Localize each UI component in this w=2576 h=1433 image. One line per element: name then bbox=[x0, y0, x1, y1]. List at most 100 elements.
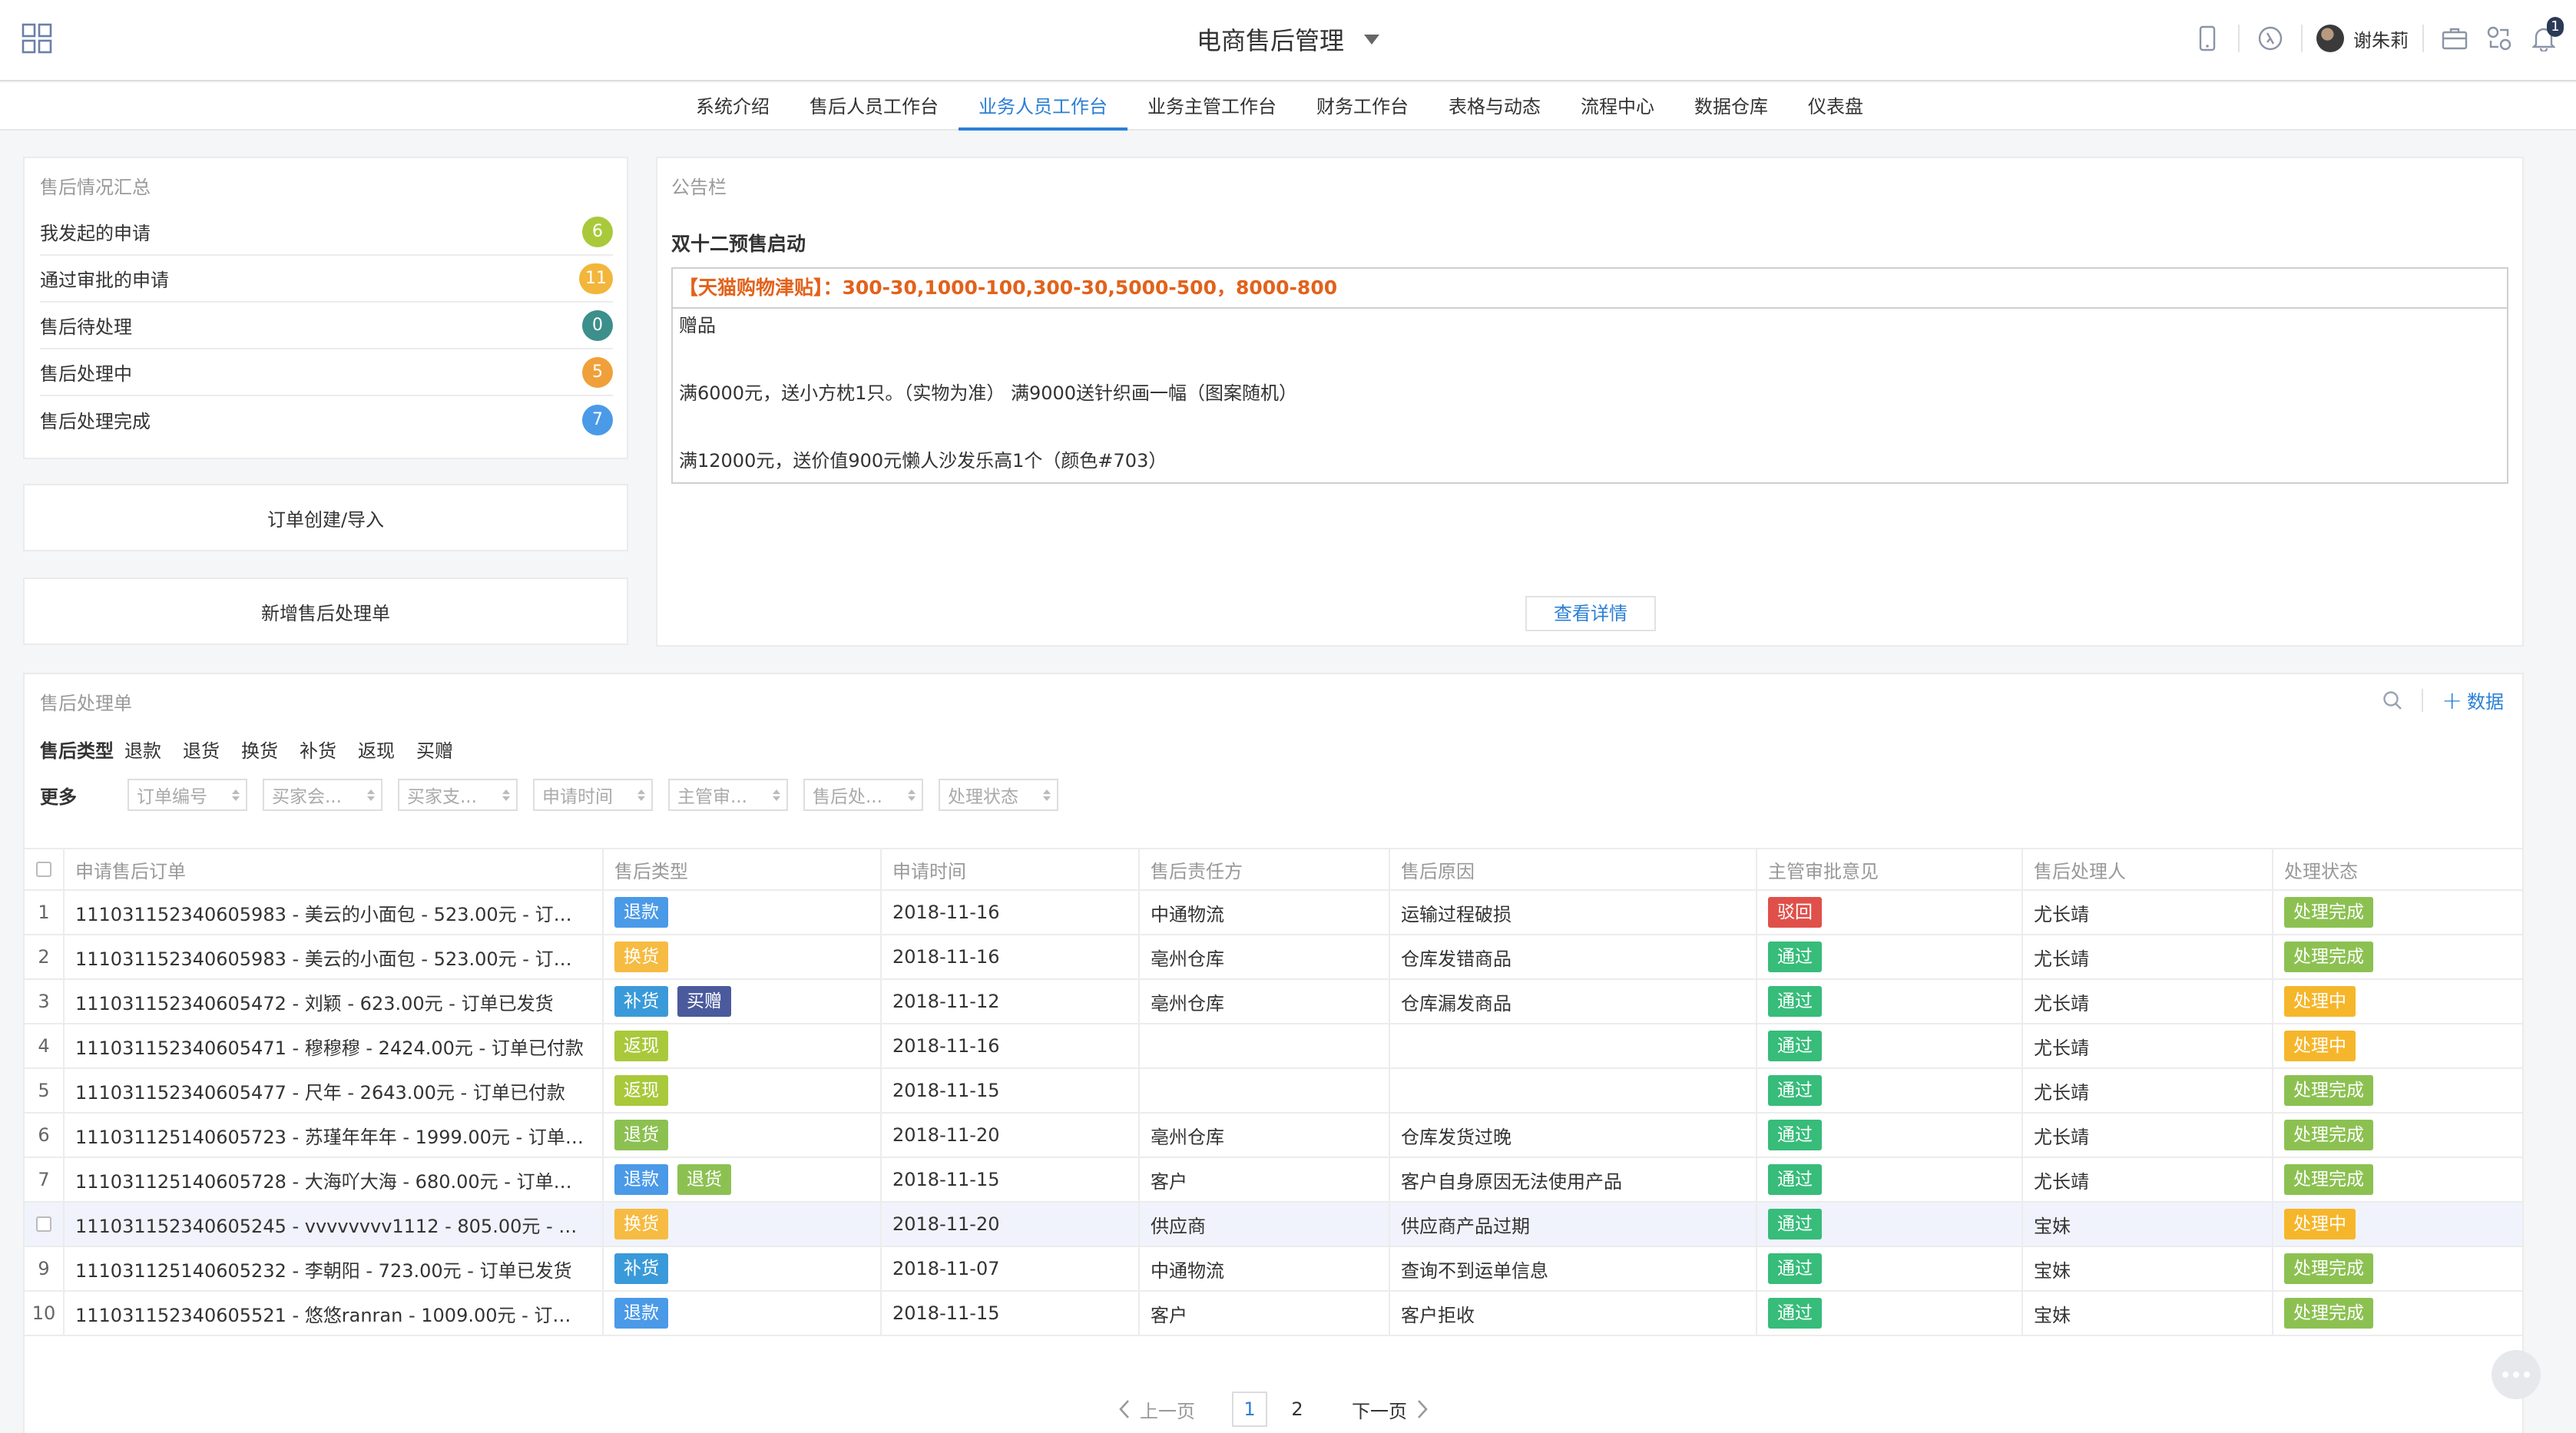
filter-select[interactable]: 买家会... bbox=[263, 779, 382, 811]
summary-row[interactable]: 售后处理完成 7 bbox=[40, 396, 613, 443]
summary-row[interactable]: 我发起的申请 6 bbox=[40, 209, 613, 256]
table-row[interactable]: 111031152340605245 - vvvvvvvv1112 - 805.… bbox=[25, 1203, 2522, 1247]
filter-select[interactable]: 主管审... bbox=[668, 779, 788, 811]
notice-line bbox=[679, 410, 2507, 444]
type-cell: 换货 bbox=[604, 935, 882, 978]
more-filters: 更多 订单编号 买家会... 买家支... 申请时间 主管审... 售后处... 处理状态 bbox=[40, 779, 1074, 811]
type-tag[interactable]: 换货 bbox=[614, 942, 668, 972]
table-row[interactable]: 9 111031125140605232 - 李朝阳 - 723.00元 - 订单… bbox=[25, 1247, 2522, 1292]
bell-icon[interactable]: 1 bbox=[2527, 17, 2564, 55]
tab-1[interactable]: 系统介绍 bbox=[676, 83, 790, 131]
page-1-button[interactable]: 1 bbox=[1232, 1392, 1267, 1427]
compass-icon[interactable] bbox=[2253, 22, 2287, 55]
type-option[interactable]: 买赠 bbox=[416, 736, 453, 763]
filter-select[interactable]: 订单编号 bbox=[127, 779, 247, 811]
type-tag[interactable]: 买赠 bbox=[677, 986, 731, 1017]
type-tag[interactable]: 补货 bbox=[614, 986, 668, 1017]
handler-cell: 尤长靖 bbox=[2023, 1158, 2273, 1201]
type-option[interactable]: 补货 bbox=[300, 736, 336, 763]
add-data-button[interactable]: + 数据 bbox=[2442, 687, 2504, 713]
col-time-header[interactable]: 申请时间 bbox=[882, 849, 1140, 889]
add-data-label: 数据 bbox=[2467, 691, 2504, 713]
prev-page-label: 上一页 bbox=[1140, 1400, 1195, 1422]
tab-6[interactable]: 表格与动态 bbox=[1429, 83, 1561, 131]
order-create-import-button[interactable]: 订单创建/导入 bbox=[23, 484, 628, 551]
type-option[interactable]: 返现 bbox=[358, 736, 395, 763]
mobile-icon[interactable] bbox=[2190, 22, 2224, 55]
order-cell: 111031152340605983 - 美云的小面包 - 523.00元 - … bbox=[65, 891, 604, 934]
type-tag[interactable]: 返现 bbox=[614, 1031, 668, 1061]
col-reason-header[interactable]: 售后原因 bbox=[1390, 849, 1757, 889]
status-badge: 处理中 bbox=[2284, 1209, 2356, 1239]
table-row[interactable]: 4 111031152340605471 - 穆穆穆 - 2424.00元 - 订… bbox=[25, 1024, 2522, 1069]
opinion-cell: 通过 bbox=[1757, 980, 2023, 1023]
select-all-checkbox[interactable] bbox=[36, 862, 51, 877]
type-tag[interactable]: 退货 bbox=[677, 1164, 731, 1195]
row-index-cell: 4 bbox=[25, 1024, 65, 1067]
summary-row[interactable]: 通过审批的申请 11 bbox=[40, 256, 613, 303]
summary-row[interactable]: 售后处理中 5 bbox=[40, 349, 613, 396]
table-row[interactable]: 10 111031152340605521 - 悠悠ranran - 1009.0… bbox=[25, 1292, 2522, 1336]
row-index-cell bbox=[25, 1203, 65, 1246]
page-2-button[interactable]: 2 bbox=[1280, 1392, 1315, 1427]
filter-select[interactable]: 售后处... bbox=[803, 779, 923, 811]
type-tag[interactable]: 退货 bbox=[614, 1120, 668, 1150]
prev-page-button[interactable]: 上一页 bbox=[1118, 1396, 1195, 1423]
opinion-tag: 驳回 bbox=[1768, 897, 1822, 928]
filter-select[interactable]: 处理状态 bbox=[939, 779, 1058, 811]
row-checkbox[interactable] bbox=[36, 1216, 51, 1232]
table-row[interactable]: 1 111031152340605983 - 美云的小面包 - 523.00元 -… bbox=[25, 891, 2522, 935]
tab-3[interactable]: 业务人员工作台 bbox=[959, 83, 1127, 131]
app-title-switcher[interactable]: 电商售后管理 bbox=[1197, 22, 1379, 57]
app-grid-icon[interactable] bbox=[22, 23, 52, 54]
tab-5[interactable]: 财务工作台 bbox=[1296, 83, 1429, 131]
order-cell: 111031125140605232 - 李朝阳 - 723.00元 - 订单已… bbox=[65, 1247, 604, 1290]
summary-row[interactable]: 售后待处理 0 bbox=[40, 303, 613, 349]
type-option[interactable]: 换货 bbox=[241, 736, 278, 763]
exchange-icon[interactable] bbox=[2482, 22, 2516, 55]
tab-7[interactable]: 流程中心 bbox=[1561, 83, 1674, 131]
tab-9[interactable]: 仪表盘 bbox=[1788, 83, 1883, 131]
tab-4[interactable]: 业务主管工作台 bbox=[1127, 83, 1296, 131]
status-badge: 处理完成 bbox=[2284, 1253, 2373, 1284]
briefcase-icon[interactable] bbox=[2438, 22, 2472, 55]
type-cell: 退款 bbox=[604, 891, 882, 934]
type-tag[interactable]: 退款 bbox=[614, 1298, 668, 1329]
type-tag[interactable]: 补货 bbox=[614, 1253, 668, 1284]
new-aftersale-button[interactable]: 新增售后处理单 bbox=[23, 578, 628, 645]
table-row[interactable]: 6 111031125140605723 - 苏瑾年年年 - 1999.00元 -… bbox=[25, 1114, 2522, 1158]
col-order-header[interactable]: 申请售后订单 bbox=[65, 849, 604, 889]
next-page-button[interactable]: 下一页 bbox=[1352, 1396, 1429, 1423]
sort-arrows-icon bbox=[502, 789, 510, 801]
notice-body: 赠品 满6000元，送小方枕1只。（实物为准） 满9000送针织画一幅（图案随机）… bbox=[673, 309, 2507, 478]
table-row[interactable]: 3 111031152340605472 - 刘颖 - 623.00元 - 订单已… bbox=[25, 980, 2522, 1024]
type-option[interactable]: 退款 bbox=[124, 736, 161, 763]
user-menu[interactable]: 谢朱莉 bbox=[2316, 25, 2409, 52]
col-type-header[interactable]: 售后类型 bbox=[604, 849, 882, 889]
col-responsible-header[interactable]: 售后责任方 bbox=[1140, 849, 1390, 889]
table-row[interactable]: 2 111031152340605983 - 美云的小面包 - 523.00元 -… bbox=[25, 935, 2522, 980]
time-cell: 2018-11-12 bbox=[882, 980, 1140, 1023]
tab-8[interactable]: 数据仓库 bbox=[1674, 83, 1788, 131]
time-cell: 2018-11-16 bbox=[882, 1024, 1140, 1067]
filter-select[interactable]: 申请时间 bbox=[533, 779, 653, 811]
type-tag[interactable]: 退款 bbox=[614, 897, 668, 928]
table-row[interactable]: 7 111031125140605728 - 大海吖大海 - 680.00元 - … bbox=[25, 1158, 2522, 1203]
tab-2[interactable]: 售后人员工作台 bbox=[790, 83, 959, 131]
col-opinion-header[interactable]: 主管审批意见 bbox=[1757, 849, 2023, 889]
more-options-button[interactable] bbox=[2492, 1350, 2541, 1399]
status-badge: 处理中 bbox=[2284, 986, 2356, 1017]
view-details-button[interactable]: 查看详情 bbox=[1525, 596, 1656, 631]
col-status-header[interactable]: 处理状态 bbox=[2273, 849, 2522, 889]
type-tag[interactable]: 换货 bbox=[614, 1209, 668, 1239]
type-option[interactable]: 退货 bbox=[183, 736, 220, 763]
status-cell: 处理完成 bbox=[2273, 1292, 2522, 1335]
type-tag[interactable]: 返现 bbox=[614, 1075, 668, 1106]
col-handler-header[interactable]: 售后处理人 bbox=[2023, 849, 2273, 889]
responsible-cell: 亳州仓库 bbox=[1140, 1114, 1390, 1157]
search-icon[interactable] bbox=[2382, 690, 2403, 711]
type-tag[interactable]: 退款 bbox=[614, 1164, 668, 1195]
table-row[interactable]: 5 111031152340605477 - 尺年 - 2643.00元 - 订单… bbox=[25, 1069, 2522, 1114]
filter-select[interactable]: 买家支... bbox=[398, 779, 518, 811]
status-cell: 处理完成 bbox=[2273, 1247, 2522, 1290]
